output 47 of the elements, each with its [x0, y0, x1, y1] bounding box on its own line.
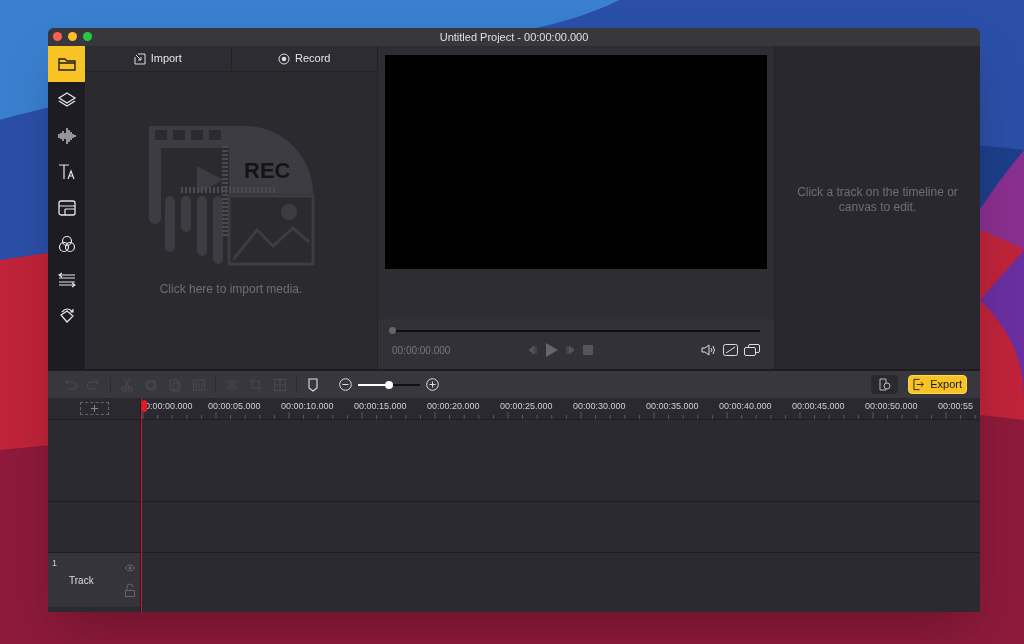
inspector-hint: Click a track on the timeline or canvas to edit.: [796, 184, 959, 215]
record-icon: [278, 52, 290, 65]
time-label: 00:00:15.000: [354, 400, 407, 413]
transitions-icon: [56, 270, 77, 290]
filters-icon: [56, 234, 77, 254]
window-title: Untitled Project - 00:00:00.000: [439, 29, 589, 45]
zoom-slider-thumb[interactable]: [385, 380, 393, 389]
playhead-handle[interactable]: [142, 400, 147, 412]
volume-icon[interactable]: [701, 344, 717, 356]
time-label: 00:00:35.000: [646, 400, 699, 413]
settings-icon: [878, 378, 891, 391]
minimize-button[interactable]: [68, 32, 77, 41]
snapshot-icon[interactable]: [723, 344, 738, 356]
zoom-in-icon[interactable]: [426, 378, 439, 391]
zoom-button[interactable]: [83, 32, 92, 41]
time-label: 00:00:55: [938, 400, 974, 413]
export-button[interactable]: Export: [908, 375, 967, 394]
add-track-button[interactable]: [79, 402, 109, 415]
sidebar-tab[interactable]: [48, 46, 85, 82]
export-icon: [913, 378, 925, 391]
time-label: 00:00:10.000: [281, 400, 334, 413]
track-name: Track: [69, 574, 94, 588]
zoom-out-icon[interactable]: [339, 378, 352, 391]
marker-icon: [306, 377, 320, 392]
text-icon: [56, 162, 77, 182]
time-readout: 00:00:00.000: [392, 343, 452, 358]
unlock-icon[interactable]: [124, 583, 136, 597]
time-label: 00:00:20.000: [427, 400, 480, 413]
time-label: 00:00:25.000: [500, 400, 553, 413]
track-number: 1: [52, 557, 57, 570]
time-label: 00:00:40.000: [719, 400, 772, 413]
progress-thumb[interactable]: [389, 327, 396, 334]
time-label: 00:00:50.000: [865, 400, 918, 413]
plus-icon: [90, 405, 98, 412]
close-button[interactable]: [53, 32, 62, 41]
fullscreen-icon[interactable]: [744, 344, 760, 356]
time-label: 00:00:45.000: [792, 400, 845, 413]
eye-icon[interactable]: [124, 564, 136, 572]
track-header[interactable]: 1 Track: [48, 553, 140, 607]
template-icon: [56, 198, 77, 218]
export-settings-button[interactable]: [871, 375, 898, 394]
time-label: 00:00:30.000: [573, 400, 626, 413]
audio-icon: [56, 126, 77, 146]
play-icon[interactable]: [545, 343, 558, 357]
time-label: 00:00:05.000: [208, 400, 261, 413]
import-icon: [133, 52, 146, 65]
time-label: 0:00:00.000: [145, 400, 193, 413]
